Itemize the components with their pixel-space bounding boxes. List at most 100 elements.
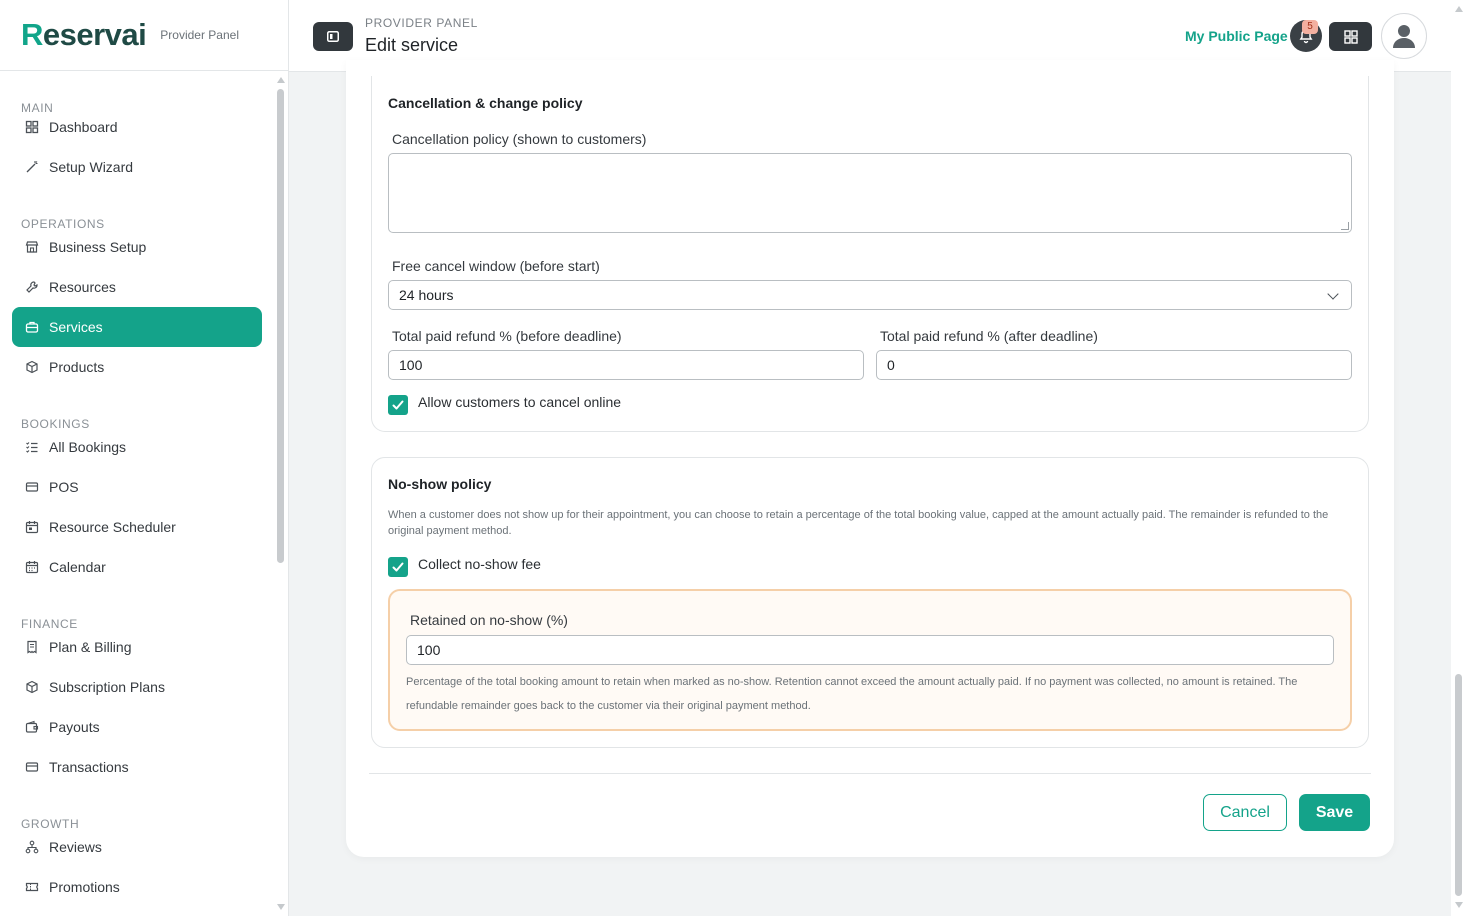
sidebar-toggle-button[interactable] xyxy=(313,22,353,51)
calendar-icon xyxy=(25,520,39,534)
refund-after-input[interactable]: 0 xyxy=(876,350,1352,380)
my-public-page-link[interactable]: My Public Page xyxy=(1185,28,1288,44)
box-icon xyxy=(25,680,39,694)
sidebar-item-subscription-plans[interactable]: Subscription Plans xyxy=(12,667,262,707)
sidebar-item-resources[interactable]: Resources xyxy=(12,267,262,307)
no-show-description: When a customer does not show up for the… xyxy=(388,509,1329,537)
sidebar-item-label: All Bookings xyxy=(49,439,127,455)
chevron-down-icon xyxy=(1327,288,1339,300)
scroll-up-arrow[interactable] xyxy=(277,77,285,83)
retained-no-show-help: Percentage of the total booking amount t… xyxy=(406,676,1298,712)
wrench-icon xyxy=(25,280,39,294)
wallet-icon xyxy=(25,720,39,734)
box-icon xyxy=(25,360,39,374)
nav-section-main: MAIN xyxy=(21,101,54,115)
no-show-section-title: No-show policy xyxy=(388,476,492,492)
free-cancel-window-value: 24 hours xyxy=(399,287,454,303)
free-cancel-window-label: Free cancel window (before start) xyxy=(392,258,600,274)
sidebar-item-label: POS xyxy=(49,479,79,495)
sidebar-item-label: Services xyxy=(49,319,103,335)
breadcrumb: PROVIDER PANEL xyxy=(365,16,478,30)
page-title: Edit service xyxy=(365,35,459,55)
scroll-down-arrow[interactable] xyxy=(277,904,285,910)
nav-section-operations: OPERATIONS xyxy=(21,217,105,231)
collect-no-show-fee-checkbox[interactable] xyxy=(388,557,408,577)
scroll-thumb[interactable] xyxy=(277,89,284,563)
free-cancel-window-select[interactable]: 24 hours xyxy=(388,280,1352,310)
briefcase-icon xyxy=(25,320,39,334)
divider xyxy=(369,773,1371,774)
sidebar-item-plan-billing[interactable]: Plan & Billing xyxy=(12,627,262,667)
sidebar-item-label: Plan & Billing xyxy=(49,639,132,655)
nav-section-bookings: BOOKINGS xyxy=(21,417,90,431)
sidebar-item-services[interactable]: Services xyxy=(12,307,262,347)
sidebar: Reservai Provider Panel MAIN Dashboard Set… xyxy=(0,0,289,916)
cancellation-policy-label: Cancellation policy (shown to customers) xyxy=(392,131,647,147)
checkmark-icon xyxy=(392,562,404,572)
calendar-grid-icon xyxy=(25,560,39,574)
sidebar-item-business-setup[interactable]: Business Setup xyxy=(12,227,262,267)
scroll-thumb[interactable] xyxy=(1455,674,1462,896)
sidebar-item-label: Dashboard xyxy=(49,119,118,135)
sidebar-item-label: Products xyxy=(49,359,105,375)
retained-no-show-input[interactable]: 100 xyxy=(406,635,1334,665)
save-button[interactable]: Save xyxy=(1299,794,1370,831)
cancellation-policy-textarea[interactable] xyxy=(388,153,1352,233)
sidebar-scrollbar[interactable] xyxy=(274,71,288,916)
grid-icon xyxy=(25,120,39,134)
ticket-icon xyxy=(25,880,39,894)
sidebar-item-label: Resources xyxy=(49,279,116,295)
sidebar-item-label: Business Setup xyxy=(49,239,147,255)
scroll-down-arrow[interactable] xyxy=(1455,902,1463,908)
nav-section-finance: FINANCE xyxy=(21,617,78,631)
refund-before-input[interactable]: 100 xyxy=(388,350,864,380)
sidebar-item-products[interactable]: Products xyxy=(12,347,262,387)
card-icon xyxy=(25,760,39,774)
store-icon xyxy=(25,240,39,254)
cancel-button[interactable]: Cancel xyxy=(1203,794,1287,831)
sidebar-item-label: Transactions xyxy=(49,759,129,775)
receipt-icon xyxy=(25,640,39,654)
sidebar-item-label: Promotions xyxy=(49,879,120,895)
sidebar-item-pos[interactable]: POS xyxy=(12,467,262,507)
brand: Reservai Provider Panel xyxy=(0,0,288,71)
sidebar-item-label: Setup Wizard xyxy=(49,159,134,175)
sidebar-item-label: Resource Scheduler xyxy=(49,519,176,535)
sidebar-toggle-icon xyxy=(327,31,339,42)
refund-before-label: Total paid refund % (before deadline) xyxy=(392,328,622,344)
nav-section-growth: GROWTH xyxy=(21,817,80,831)
sidebar-item-setup-wizard[interactable]: Setup Wizard xyxy=(12,147,262,187)
refund-after-label: Total paid refund % (after deadline) xyxy=(880,328,1098,344)
sidebar-item-label: Subscription Plans xyxy=(49,679,165,695)
sidebar-item-reviews[interactable]: Reviews xyxy=(12,827,262,867)
grid-icon xyxy=(1343,29,1358,44)
sidebar-item-label: Calendar xyxy=(49,559,106,575)
sidebar-item-promotions[interactable]: Promotions xyxy=(12,867,262,907)
sidebar-item-calendar[interactable]: Calendar xyxy=(12,547,262,587)
retained-no-show-label: Retained on no-show (%) xyxy=(410,612,568,628)
scroll-up-arrow[interactable] xyxy=(1455,6,1463,12)
checkmark-icon xyxy=(392,400,404,410)
collect-no-show-fee-label: Collect no-show fee xyxy=(418,556,541,572)
sidebar-item-label: Reviews xyxy=(49,839,102,855)
user-avatar-button[interactable] xyxy=(1381,13,1427,59)
main-scrollbar[interactable] xyxy=(1451,0,1466,916)
sidebar-nav: MAIN Dashboard Setup Wizard OPERATIONS Busin… xyxy=(0,71,274,916)
sidebar-item-all-bookings[interactable]: All Bookings xyxy=(12,427,262,467)
logo[interactable]: Reservai xyxy=(21,17,147,53)
magic-wand-icon xyxy=(25,160,39,174)
apps-button[interactable] xyxy=(1329,22,1372,51)
sidebar-item-label: Payouts xyxy=(49,719,100,735)
card-icon xyxy=(25,480,39,494)
sidebar-item-resource-scheduler[interactable]: Resource Scheduler xyxy=(12,507,262,547)
allow-online-cancel-checkbox[interactable] xyxy=(388,395,408,415)
cancellation-section-title: Cancellation & change policy xyxy=(388,95,583,111)
sidebar-item-payouts[interactable]: Payouts xyxy=(12,707,262,747)
allow-online-cancel-label: Allow customers to cancel online xyxy=(418,394,622,410)
list-check-icon xyxy=(25,440,39,454)
sidebar-item-transactions[interactable]: Transactions xyxy=(12,747,262,787)
brand-subtitle: Provider Panel xyxy=(160,28,239,42)
resize-handle[interactable] xyxy=(1341,222,1349,230)
user-icon xyxy=(1393,25,1415,48)
sidebar-item-dashboard[interactable]: Dashboard xyxy=(12,107,262,147)
